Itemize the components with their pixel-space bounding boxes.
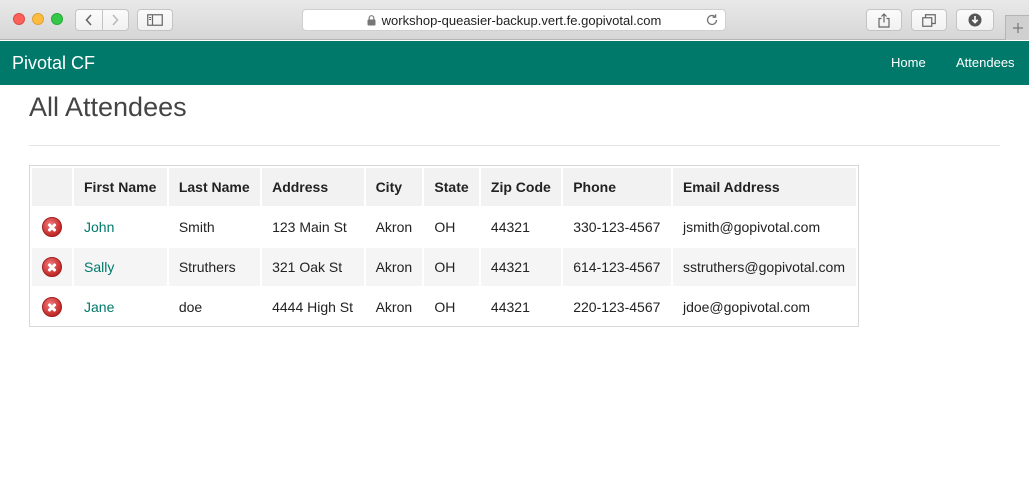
show-tabs-button[interactable] [911, 9, 947, 31]
zoom-window-button[interactable] [51, 13, 63, 25]
attendee-name-link[interactable]: Jane [84, 299, 114, 315]
chevron-right-icon [112, 14, 120, 26]
address-cell: 123 Main St [272, 219, 347, 235]
delete-icon[interactable] [42, 297, 62, 317]
page-title: All Attendees [29, 92, 187, 122]
plus-icon [1012, 23, 1023, 33]
history-nav-group [75, 9, 129, 31]
lock-icon [367, 14, 376, 26]
column-header-zip-code: Zip Code [480, 168, 562, 206]
chevron-left-icon [85, 14, 92, 26]
city-cell: Akron [365, 248, 423, 286]
column-header-email: Email Address [672, 168, 856, 206]
row-action-cell [32, 248, 72, 286]
address-bar[interactable]: workshop-queasier-backup.vert.fe.gopivot… [302, 9, 726, 31]
table-row: John Smith 123 Main St Akron OH 44321 33… [32, 208, 856, 246]
phone-cell: 330-123-4567 [573, 219, 661, 235]
address-cell: 4444 High St [272, 299, 354, 315]
table-header-row: First Name Last Name Address City State … [32, 168, 856, 206]
brand-logo-text[interactable]: Pivotal CF [12, 53, 95, 74]
delete-icon[interactable] [42, 257, 62, 277]
column-header-state: State [424, 168, 479, 206]
column-header-address: Address [262, 168, 364, 206]
forward-button[interactable] [101, 10, 128, 30]
email-cell: jsmith@gopivotal.com [682, 219, 821, 235]
email-cell: sstruthers@gopivotal.com [672, 248, 856, 286]
last-name-cell: doe [178, 299, 203, 315]
last-name-cell: Struthers [168, 248, 261, 286]
attendees-table: First Name Last Name Address City State … [30, 166, 858, 328]
downloads-button[interactable] [956, 9, 994, 31]
url-text: workshop-queasier-backup.vert.fe.gopivot… [381, 12, 662, 28]
column-header-phone: Phone [563, 168, 671, 206]
zip-cell: 44321 [490, 299, 530, 315]
back-button[interactable] [76, 10, 102, 30]
row-action-cell [32, 208, 72, 246]
column-header-city: City [365, 168, 423, 206]
email-cell: jdoe@gopivotal.com [682, 299, 811, 315]
zip-cell: 44321 [490, 219, 530, 235]
share-button[interactable] [866, 9, 902, 31]
first-name-cell: Jane [74, 288, 167, 326]
sidebar-icon [147, 14, 163, 26]
column-header-actions [32, 168, 72, 206]
app-navbar: Pivotal CF Home Attendees [0, 41, 1029, 85]
phone-cell: 614-123-4567 [563, 248, 671, 286]
city-cell: Akron [375, 219, 413, 235]
column-header-first-name: First Name [74, 168, 167, 206]
table-row: Sally Struthers 321 Oak St Akron OH 4432… [32, 248, 856, 286]
nav-attendees-link[interactable]: Attendees [956, 55, 1015, 70]
state-cell: OH [434, 299, 456, 315]
state-cell: OH [434, 219, 456, 235]
address-cell: 321 Oak St [262, 248, 364, 286]
attendee-name-link[interactable]: Sally [84, 259, 114, 275]
download-icon [968, 13, 982, 27]
first-name-cell: John [74, 208, 167, 246]
sidebar-toggle-button[interactable] [137, 9, 173, 31]
last-name-cell: Smith [178, 219, 215, 235]
new-tab-button[interactable] [1005, 15, 1029, 40]
minimize-window-button[interactable] [32, 13, 44, 25]
column-header-last-name: Last Name [168, 168, 261, 206]
table-row: Jane doe 4444 High St Akron OH 44321 220… [32, 288, 856, 326]
phone-cell: 220-123-4567 [573, 299, 661, 315]
browser-toolbar: workshop-queasier-backup.vert.fe.gopivot… [0, 0, 1029, 40]
row-action-cell [32, 288, 72, 326]
city-cell: Akron [375, 299, 413, 315]
share-icon [878, 12, 890, 28]
close-window-button[interactable] [13, 13, 25, 25]
title-divider [29, 145, 1000, 146]
attendee-name-link[interactable]: John [84, 219, 114, 235]
tabs-icon [922, 13, 936, 27]
delete-icon[interactable] [42, 217, 62, 237]
reload-icon[interactable] [705, 13, 719, 27]
attendees-table-container: First Name Last Name Address City State … [29, 165, 859, 327]
nav-home-link[interactable]: Home [891, 55, 926, 70]
state-cell: OH [424, 248, 479, 286]
zip-cell: 44321 [480, 248, 562, 286]
first-name-cell: Sally [74, 248, 167, 286]
